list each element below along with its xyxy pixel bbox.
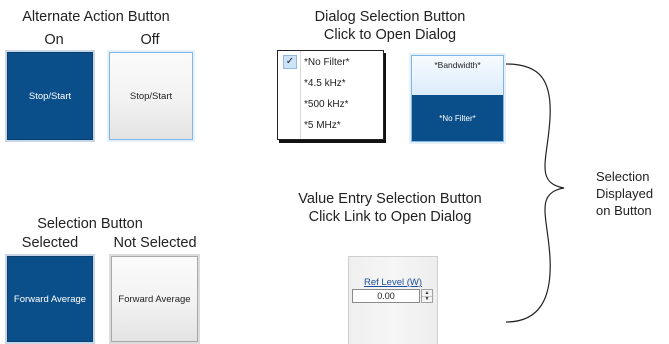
filter-dropdown-menu: ✓ *No Filter* *4.5 kHz* *500 kHz* *5 MHz… [277, 50, 384, 140]
value-entry-subtitle: Click Link to Open Dialog [308, 209, 472, 225]
menu-item-5-mhz[interactable]: *5 MHz* [304, 120, 341, 131]
off-label: Off [140, 32, 160, 48]
curly-brace-icon [505, 63, 565, 323]
stop-start-off-button[interactable]: Stop/Start [109, 52, 193, 140]
forward-average-not-selected-button[interactable]: Forward Average [111, 256, 198, 342]
bandwidth-button-label: *Bandwidth* [412, 56, 503, 95]
dialog-selection-subtitle: Click to Open Dialog [323, 27, 457, 43]
menu-item-4-5-khz[interactable]: *4.5 kHz* [304, 78, 346, 89]
ref-level-link[interactable]: Ref Level (W) [349, 277, 437, 288]
bandwidth-selection-button[interactable]: *Bandwidth* *No Filter* [411, 55, 504, 142]
stop-start-on-button[interactable]: Stop/Start [7, 52, 93, 140]
spin-down-icon[interactable]: ▼ [422, 296, 432, 302]
selection-displayed-line1: Selection [596, 169, 650, 184]
forward-average-selected-button[interactable]: Forward Average [7, 256, 93, 342]
selection-displayed-line3: on Button [596, 203, 652, 218]
value-entry-button: Ref Level (W) 0.00 ▲ ▼ [348, 256, 438, 344]
checkmark-icon: ✓ [283, 55, 297, 69]
alternate-action-title: Alternate Action Button [22, 9, 170, 25]
selection-displayed-line2: Displayed [596, 186, 654, 201]
menu-gutter [300, 51, 301, 139]
not-selected-label: Not Selected [113, 235, 197, 251]
value-entry-title: Value Entry Selection Button [298, 191, 482, 207]
selection-button-title: Selection Button [37, 216, 143, 232]
ref-level-spinner[interactable]: ▲ ▼ [421, 289, 433, 303]
on-label: On [44, 32, 64, 48]
selection-displayed-caption: Selection Displayed on Button [596, 168, 653, 219]
dialog-selection-title: Dialog Selection Button [314, 9, 466, 25]
bandwidth-selected-value: *No Filter* [412, 95, 503, 141]
menu-item-no-filter[interactable]: *No Filter* [304, 57, 350, 68]
selected-label: Selected [21, 235, 79, 251]
menu-item-500-khz[interactable]: *500 kHz* [304, 99, 348, 110]
ref-level-value-field[interactable]: 0.00 [352, 289, 420, 303]
